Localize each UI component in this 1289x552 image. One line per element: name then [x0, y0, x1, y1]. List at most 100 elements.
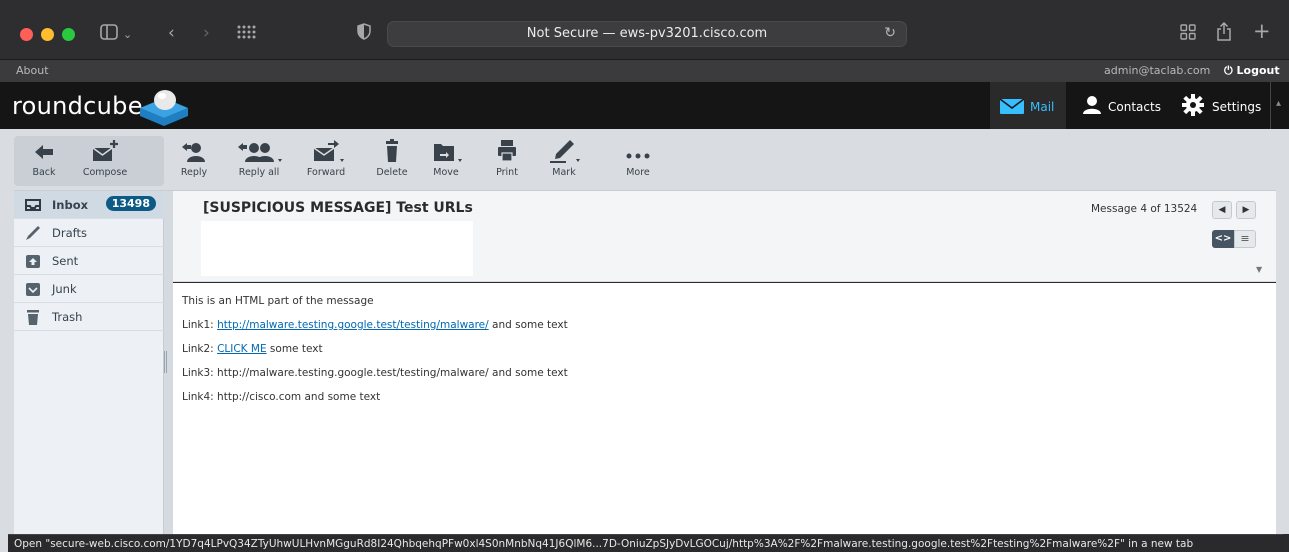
close-window-button[interactable] — [20, 28, 33, 41]
person-icon — [1082, 95, 1102, 119]
right-bezel — [1276, 129, 1289, 534]
left-bezel — [0, 129, 14, 552]
print-button[interactable]: Print — [479, 136, 535, 186]
reply-button[interactable]: Reply — [166, 136, 222, 186]
expand-headers-icon[interactable]: ▼ — [1256, 265, 1262, 274]
link1-suffix: and some text — [488, 319, 568, 331]
gear-icon — [1182, 94, 1204, 120]
about-link[interactable]: About — [16, 64, 49, 77]
compose-label: Compose — [82, 167, 128, 178]
splitter-grip-icon — [164, 351, 167, 373]
junk-icon — [24, 280, 42, 298]
body-line-4: Link3: http://malware.testing.google.tes… — [182, 367, 568, 379]
folder-label: Trash — [52, 310, 83, 324]
new-tab-icon[interactable]: + — [1253, 21, 1271, 42]
reload-icon[interactable]: ↻ — [884, 25, 896, 41]
click-me-link[interactable]: CLICK ME — [217, 343, 267, 355]
extensions-icon[interactable] — [1180, 24, 1196, 45]
compose-button[interactable]: Compose — [77, 136, 133, 186]
roundcube-logo-text: roundcube — [12, 92, 143, 120]
nav-mail-label: Mail — [1030, 100, 1055, 114]
header-info-box — [201, 221, 473, 276]
compose-icon — [77, 136, 133, 166]
folder-list: Inbox 13498 Drafts Sent Junk Trash — [14, 191, 164, 534]
plain-text-view-toggle[interactable]: ≡ — [1234, 230, 1256, 248]
malware-link[interactable]: http://malware.testing.google.test/testi… — [217, 319, 489, 331]
unread-count-badge: 13498 — [105, 196, 156, 211]
nav-settings[interactable]: Settings — [1176, 82, 1272, 129]
message-subject: [SUSPICIOUS MESSAGE] Test URLs — [203, 200, 473, 216]
reply-all-icon — [226, 136, 292, 166]
folder-junk[interactable]: Junk — [14, 275, 164, 303]
body-line-1: This is an HTML part of the message — [182, 295, 374, 307]
forward-label: Forward — [306, 167, 346, 178]
pane-splitter[interactable] — [164, 191, 173, 534]
roundcube-logo-icon — [136, 88, 192, 132]
forward-button[interactable]: Forward — [298, 136, 354, 186]
folder-sent[interactable]: Sent — [14, 247, 164, 275]
logout-button[interactable]: ⏻ Logout — [1224, 64, 1280, 78]
more-dots-icon — [610, 136, 666, 166]
delete-label: Delete — [376, 167, 408, 178]
logout-label: Logout — [1236, 64, 1280, 77]
reply-icon — [166, 136, 222, 166]
printer-icon — [479, 136, 535, 166]
folder-drafts[interactable]: Drafts — [14, 219, 164, 247]
trash-icon — [24, 308, 42, 326]
move-button[interactable]: Move — [418, 136, 474, 186]
message-header: [SUSPICIOUS MESSAGE] Test URLs Message 4… — [173, 191, 1276, 282]
back-button[interactable]: Back — [16, 136, 72, 186]
nav-contacts-label: Contacts — [1108, 100, 1161, 114]
pencil-icon — [24, 224, 42, 242]
folder-label: Inbox — [52, 198, 89, 212]
nav-contacts[interactable]: Contacts — [1074, 82, 1170, 129]
mark-button[interactable]: Mark — [536, 136, 592, 186]
header-collapse-icon[interactable]: ▴ — [1276, 98, 1281, 109]
delete-button[interactable]: Delete — [364, 136, 420, 186]
address-bar-text: Not Secure — ews-pv3201.cisco.com — [526, 26, 768, 41]
body-line-3: Link2: CLICK ME some text — [182, 343, 323, 355]
app-header: roundcube Mail Contacts Settings ▴ — [0, 82, 1289, 129]
username-label: admin@taclab.com — [1104, 64, 1211, 77]
next-message-button[interactable]: ▶ — [1236, 201, 1256, 219]
folder-inbox[interactable]: Inbox 13498 — [14, 191, 164, 219]
topline: About admin@taclab.com ⏻ Logout — [0, 60, 1289, 82]
reply-all-button[interactable]: Reply all — [226, 136, 292, 186]
forward-nav-icon[interactable]: › — [203, 23, 210, 43]
mail-icon — [999, 98, 1025, 118]
nav-settings-label: Settings — [1212, 100, 1262, 114]
reply-all-label: Reply all — [238, 167, 280, 178]
previous-message-button[interactable]: ◀ — [1212, 201, 1232, 219]
back-nav-icon[interactable]: ‹ — [168, 23, 175, 43]
chevron-down-icon[interactable]: ⌄ — [123, 25, 132, 45]
more-button[interactable]: More — [610, 136, 666, 186]
zoom-window-button[interactable] — [62, 28, 75, 41]
tab-overview-icon[interactable] — [236, 24, 256, 45]
body-line-2: Link1: http://malware.testing.google.tes… — [182, 319, 568, 331]
message-counter: Message 4 of 13524 — [1091, 203, 1198, 215]
message-body: This is an HTML part of the message Link… — [173, 283, 1276, 534]
reply-label: Reply — [180, 167, 208, 178]
back-label: Back — [32, 167, 56, 178]
power-icon: ⏻ — [1224, 64, 1233, 77]
link2-suffix: some text — [266, 343, 323, 355]
share-icon[interactable] — [1216, 21, 1232, 46]
link-status-bar: Open "secure-web.cisco.com/1YD7q4LPvQ34Z… — [8, 534, 1283, 552]
forward-icon — [298, 136, 354, 166]
folder-label: Sent — [52, 254, 79, 268]
inbox-icon — [24, 196, 42, 214]
privacy-shield-icon[interactable] — [357, 23, 371, 45]
folder-move-icon — [418, 136, 474, 166]
nav-mail[interactable]: Mail — [990, 82, 1066, 129]
address-bar[interactable]: Not Secure — ews-pv3201.cisco.com ↻ — [387, 21, 907, 47]
folder-trash[interactable]: Trash — [14, 303, 164, 331]
link1-prefix: Link1: — [182, 319, 218, 331]
browser-toolbar: ⌄ ‹ › Not Secure — ews-pv3201.cisco.com … — [0, 0, 1289, 60]
html-view-toggle[interactable]: <> — [1212, 230, 1234, 248]
sidebar-icon[interactable] — [100, 24, 118, 45]
folder-label: Junk — [52, 282, 77, 296]
more-label: More — [626, 167, 650, 178]
pen-mark-icon — [536, 136, 592, 166]
minimize-window-button[interactable] — [41, 28, 54, 41]
print-label: Print — [496, 167, 518, 178]
